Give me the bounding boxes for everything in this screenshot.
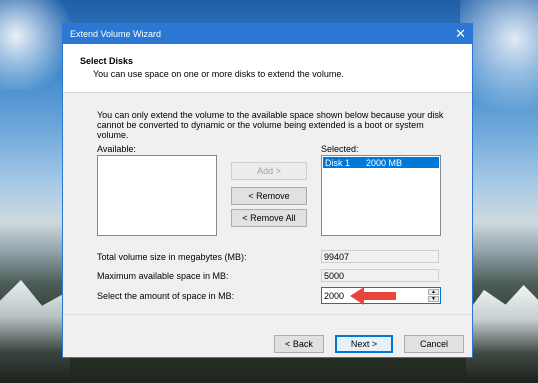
- close-icon[interactable]: ✕: [455, 26, 466, 41]
- disk-name: Disk 1: [325, 158, 351, 168]
- spin-up-icon[interactable]: ▲: [428, 289, 439, 295]
- remove-button[interactable]: < Remove: [231, 187, 307, 205]
- add-button-label: Add >: [257, 166, 281, 176]
- max-space-value: 5000: [324, 271, 345, 281]
- remove-all-button-label: < Remove All: [242, 213, 296, 223]
- amount-label: Select the amount of space in MB:: [97, 291, 235, 301]
- back-button[interactable]: < Back: [274, 335, 324, 353]
- available-label: Available:: [97, 144, 136, 154]
- mountain-decoration: [466, 285, 538, 383]
- page-title: Select Disks: [80, 56, 134, 66]
- next-button-label: Next >: [350, 339, 378, 349]
- cancel-button-label: Cancel: [419, 339, 448, 349]
- total-size-label: Total volume size in megabytes (MB):: [97, 252, 247, 262]
- intro-text: You can only extend the volume to the av…: [97, 110, 444, 140]
- page-subtitle: You can use space on one or more disks t…: [93, 69, 344, 79]
- title-bar: Extend Volume Wizard ✕: [63, 24, 472, 44]
- next-button[interactable]: Next >: [335, 335, 393, 353]
- back-button-label: < Back: [285, 339, 313, 349]
- spin-buttons: ▲ ▼: [428, 289, 439, 302]
- remove-all-button[interactable]: < Remove All: [231, 209, 307, 227]
- wizard-header: Select Disks You can use space on one or…: [63, 44, 472, 93]
- selected-label: Selected:: [321, 144, 359, 154]
- list-item[interactable]: Disk 1 2000 MB: [323, 157, 439, 168]
- window-title: Extend Volume Wizard: [70, 29, 162, 39]
- cancel-button[interactable]: Cancel: [404, 335, 464, 353]
- extend-volume-wizard-dialog: Extend Volume Wizard ✕ Select Disks You …: [62, 23, 473, 358]
- selected-disks-list[interactable]: Disk 1 2000 MB: [321, 155, 441, 236]
- total-size-field: 99407: [321, 250, 439, 263]
- annotation-arrow-icon: [350, 287, 396, 305]
- max-space-label: Maximum available space in MB:: [97, 271, 229, 281]
- footer-divider: [63, 314, 472, 315]
- spin-down-icon[interactable]: ▼: [428, 296, 439, 302]
- add-button[interactable]: Add >: [231, 162, 307, 180]
- total-size-value: 99407: [324, 252, 350, 262]
- available-disks-list[interactable]: [97, 155, 217, 236]
- disk-size: 2000 MB: [366, 158, 403, 168]
- amount-input[interactable]: 2000: [324, 291, 344, 301]
- mountain-decoration: [0, 280, 70, 383]
- max-space-field: 5000: [321, 269, 439, 282]
- remove-button-label: < Remove: [248, 191, 290, 201]
